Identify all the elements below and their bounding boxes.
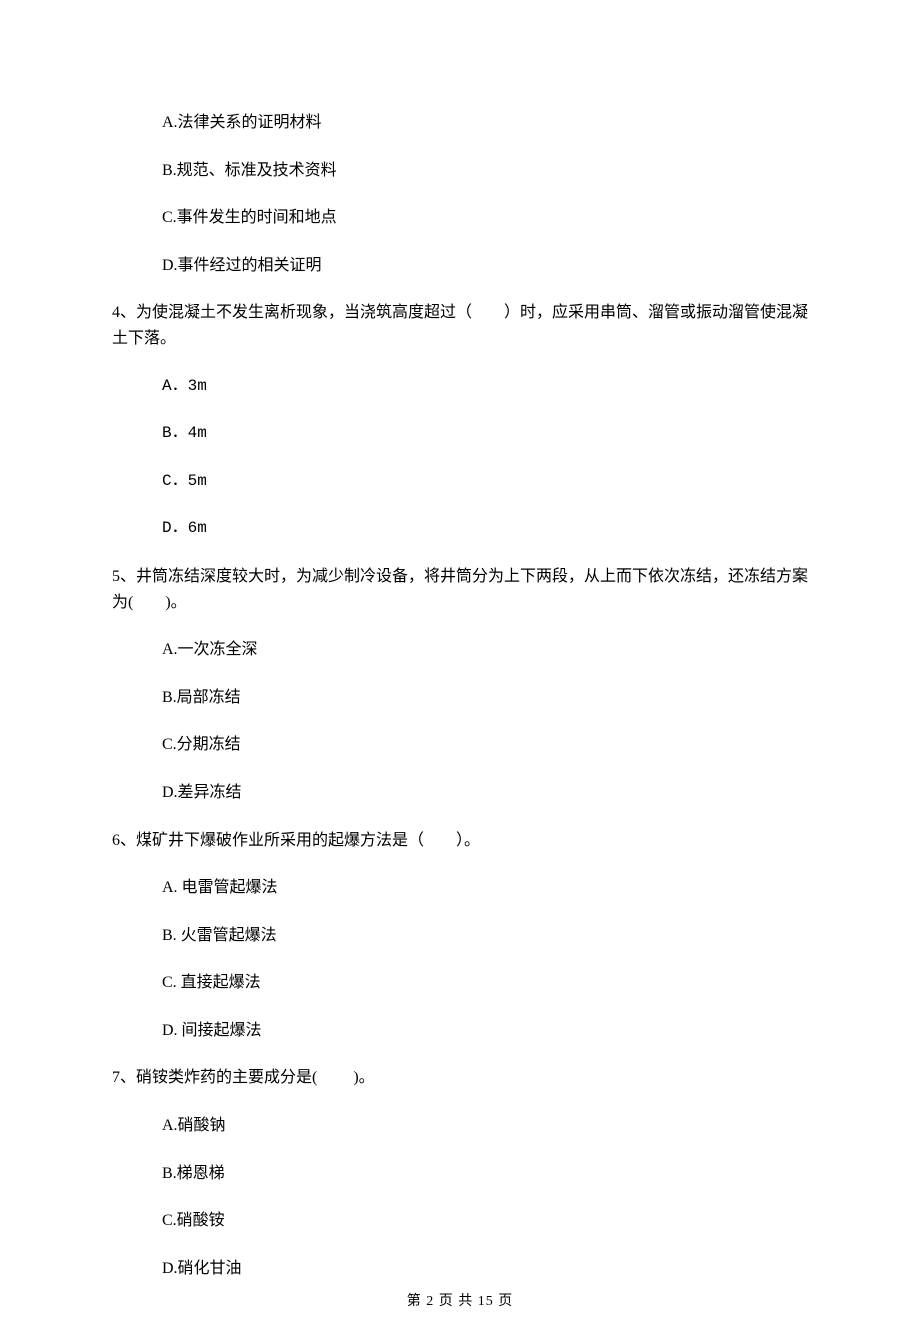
- q6-option-d: D. 间接起爆法: [112, 1018, 808, 1044]
- q5-option-b: B.局部冻结: [112, 685, 808, 711]
- option-text: C.硝酸铵: [162, 1212, 225, 1229]
- q5-option-a: A.一次冻全深: [112, 637, 808, 663]
- q3-option-b: B.规范、标准及技术资料: [112, 158, 808, 184]
- q3-option-a: A.法律关系的证明材料: [112, 110, 808, 136]
- option-text: A. 电雷管起爆法: [162, 879, 278, 896]
- option-text: A.法律关系的证明材料: [162, 114, 322, 131]
- option-text: D．6m: [162, 519, 207, 537]
- q5-stem: 5、井筒冻结深度较大时，为减少制冷设备，将井筒分为上下两段，从上而下依次冻结，还…: [112, 564, 808, 615]
- option-text: D. 间接起爆法: [162, 1022, 262, 1039]
- option-text: D.差异冻结: [162, 784, 242, 801]
- question-text: 4、为使混凝土不发生离析现象，当浇筑高度超过（ ）时，应采用串筒、溜管或振动溜管…: [112, 304, 808, 347]
- q4-option-d: D．6m: [112, 516, 808, 542]
- q6-option-c: C. 直接起爆法: [112, 970, 808, 996]
- q6-option-b: B. 火雷管起爆法: [112, 923, 808, 949]
- exam-page: A.法律关系的证明材料 B.规范、标准及技术资料 C.事件发生的时间和地点 D.…: [0, 0, 920, 1343]
- option-text: A.硝酸钠: [162, 1117, 226, 1134]
- q7-option-d: D.硝化甘油: [112, 1256, 808, 1282]
- option-text: C．5m: [162, 472, 207, 490]
- question-text: 5、井筒冻结深度较大时，为减少制冷设备，将井筒分为上下两段，从上而下依次冻结，还…: [112, 568, 808, 611]
- option-text: A．3m: [162, 377, 207, 395]
- q4-option-c: C．5m: [112, 469, 808, 495]
- option-text: A.一次冻全深: [162, 641, 258, 658]
- option-text: D.硝化甘油: [162, 1260, 242, 1277]
- option-text: B.局部冻结: [162, 689, 241, 706]
- option-text: C.事件发生的时间和地点: [162, 209, 337, 226]
- page-footer: 第 2 页 共 15 页: [0, 1291, 920, 1313]
- option-text: B.梯恩梯: [162, 1165, 225, 1182]
- q7-stem: 7、硝铵类炸药的主要成分是( )。: [112, 1065, 808, 1091]
- question-text: 6、煤矿井下爆破作业所采用的起爆方法是（ ）。: [112, 832, 480, 849]
- q7-option-a: A.硝酸钠: [112, 1113, 808, 1139]
- option-text: C.分期冻结: [162, 736, 241, 753]
- option-text: B.规范、标准及技术资料: [162, 162, 337, 179]
- q4-option-a: A．3m: [112, 374, 808, 400]
- option-text: C. 直接起爆法: [162, 974, 261, 991]
- q5-option-d: D.差异冻结: [112, 780, 808, 806]
- q5-option-c: C.分期冻结: [112, 732, 808, 758]
- option-text: B. 火雷管起爆法: [162, 927, 277, 944]
- q3-option-c: C.事件发生的时间和地点: [112, 205, 808, 231]
- q6-option-a: A. 电雷管起爆法: [112, 875, 808, 901]
- option-text: D.事件经过的相关证明: [162, 257, 322, 274]
- q7-option-c: C.硝酸铵: [112, 1208, 808, 1234]
- q7-option-b: B.梯恩梯: [112, 1161, 808, 1187]
- question-text: 7、硝铵类炸药的主要成分是( )。: [112, 1069, 375, 1086]
- q4-option-b: B．4m: [112, 421, 808, 447]
- option-text: B．4m: [162, 424, 207, 442]
- q3-option-d: D.事件经过的相关证明: [112, 253, 808, 279]
- q4-stem: 4、为使混凝土不发生离析现象，当浇筑高度超过（ ）时，应采用串筒、溜管或振动溜管…: [112, 300, 808, 351]
- q6-stem: 6、煤矿井下爆破作业所采用的起爆方法是（ ）。: [112, 828, 808, 854]
